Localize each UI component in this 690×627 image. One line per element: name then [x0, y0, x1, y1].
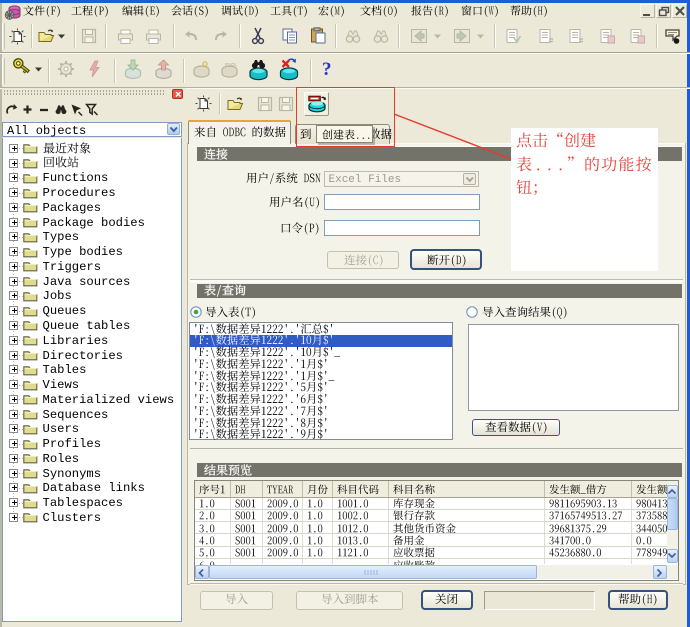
svg-text:PSQL: PSQL [225, 62, 238, 67]
